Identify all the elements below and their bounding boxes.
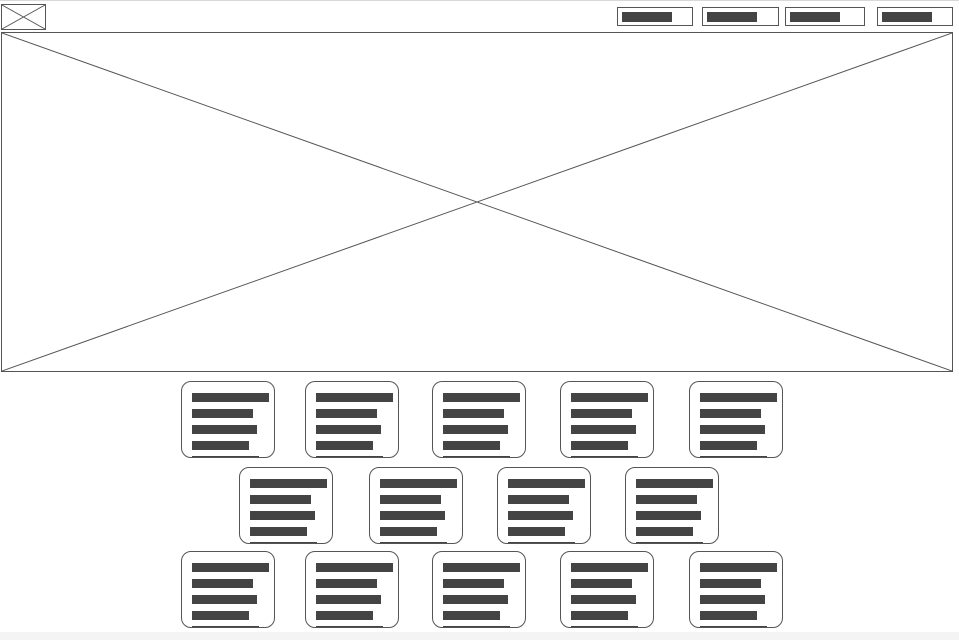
card-text-placeholder (443, 425, 508, 434)
logo[interactable] (1, 4, 46, 30)
card[interactable] (560, 381, 654, 458)
card[interactable] (560, 551, 654, 628)
card-text-placeholder (443, 595, 508, 604)
card-text-placeholder (700, 393, 777, 402)
card-text-placeholder (636, 511, 701, 520)
card-text-placeholder (316, 626, 383, 627)
hero-image (1, 32, 953, 372)
card-text-placeholder (571, 456, 638, 457)
card-text-placeholder (700, 579, 761, 588)
card-text-placeholder (192, 409, 253, 418)
nav-item-label-placeholder (882, 12, 932, 22)
card-text-placeholder (508, 542, 575, 543)
card-text-placeholder (316, 393, 393, 402)
card-text-placeholder (316, 441, 373, 450)
card-text-placeholder (316, 611, 373, 620)
card-text-placeholder (316, 456, 383, 457)
card-text-placeholder (192, 456, 259, 457)
card[interactable] (689, 551, 783, 628)
card-text-placeholder (250, 527, 307, 536)
nav-item-label-placeholder (622, 12, 672, 22)
nav-item-4[interactable] (877, 7, 953, 26)
card[interactable] (239, 467, 333, 544)
card-text-placeholder (508, 479, 585, 488)
card-text-placeholder (571, 441, 628, 450)
card-text-placeholder (250, 542, 317, 543)
card-text-placeholder (443, 456, 510, 457)
card-text-placeholder (443, 626, 510, 627)
card-text-placeholder (250, 511, 315, 520)
card-text-placeholder (316, 409, 377, 418)
card-text-placeholder (316, 563, 393, 572)
card[interactable] (689, 381, 783, 458)
card-text-placeholder (700, 409, 761, 418)
card-text-placeholder (636, 495, 697, 504)
image-placeholder-icon (2, 5, 45, 29)
card[interactable] (181, 381, 275, 458)
card-text-placeholder (700, 595, 765, 604)
card-text-placeholder (443, 393, 520, 402)
card-text-placeholder (316, 579, 377, 588)
card-text-placeholder (380, 511, 445, 520)
card[interactable] (305, 381, 399, 458)
card-text-placeholder (443, 563, 520, 572)
card-text-placeholder (571, 409, 632, 418)
card-text-placeholder (636, 542, 703, 543)
page-bottom-edge (0, 632, 959, 640)
nav-item-label-placeholder (790, 12, 840, 22)
card-text-placeholder (571, 563, 648, 572)
card-text-placeholder (443, 441, 500, 450)
card-text-placeholder (316, 425, 381, 434)
card-text-placeholder (443, 579, 504, 588)
card[interactable] (432, 381, 526, 458)
card-text-placeholder (250, 479, 327, 488)
card-text-placeholder (192, 595, 257, 604)
card-text-placeholder (571, 579, 632, 588)
card-text-placeholder (700, 563, 777, 572)
card-text-placeholder (192, 425, 257, 434)
card-text-placeholder (380, 479, 457, 488)
card-text-placeholder (192, 626, 259, 627)
card-text-placeholder (443, 409, 504, 418)
card-text-placeholder (571, 595, 636, 604)
card-text-placeholder (571, 626, 638, 627)
nav-item-3[interactable] (785, 7, 865, 26)
card-text-placeholder (571, 611, 628, 620)
top-border (0, 0, 959, 1)
card-text-placeholder (700, 626, 767, 627)
card[interactable] (625, 467, 719, 544)
card[interactable] (432, 551, 526, 628)
card-text-placeholder (508, 495, 569, 504)
card-text-placeholder (380, 542, 447, 543)
nav-item-1[interactable] (617, 7, 693, 26)
card-text-placeholder (250, 495, 311, 504)
card-text-placeholder (700, 456, 767, 457)
card-text-placeholder (700, 441, 757, 450)
card-text-placeholder (380, 495, 441, 504)
card-text-placeholder (700, 425, 765, 434)
card-text-placeholder (508, 511, 573, 520)
card-text-placeholder (636, 527, 693, 536)
card-text-placeholder (700, 611, 757, 620)
card-text-placeholder (571, 425, 636, 434)
image-placeholder-icon (2, 33, 952, 371)
card-text-placeholder (636, 479, 713, 488)
card-text-placeholder (508, 527, 565, 536)
card-text-placeholder (192, 563, 269, 572)
card[interactable] (369, 467, 463, 544)
card[interactable] (305, 551, 399, 628)
nav-item-label-placeholder (707, 12, 757, 22)
card-text-placeholder (192, 393, 269, 402)
card-text-placeholder (380, 527, 437, 536)
card-text-placeholder (192, 611, 249, 620)
card-text-placeholder (192, 441, 249, 450)
card-text-placeholder (443, 611, 500, 620)
nav-item-2[interactable] (702, 7, 779, 26)
card-text-placeholder (571, 393, 648, 402)
card-text-placeholder (192, 579, 253, 588)
card[interactable] (497, 467, 591, 544)
card[interactable] (181, 551, 275, 628)
card-text-placeholder (316, 595, 381, 604)
